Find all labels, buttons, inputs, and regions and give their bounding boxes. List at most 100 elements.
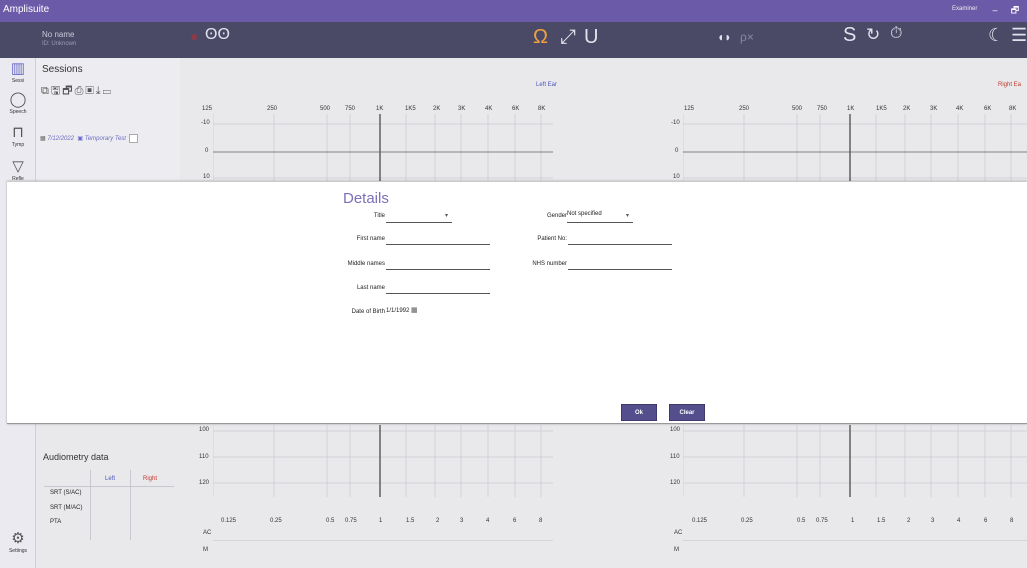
freq-label: 250 xyxy=(739,106,750,112)
last-name-label: Last name xyxy=(356,285,385,291)
minimize-button[interactable]: – xyxy=(988,3,1002,17)
nhs-number-field[interactable] xyxy=(568,258,672,270)
sidebar-item-sessions[interactable]: ▥ Sessi xyxy=(2,60,34,84)
gender-select[interactable]: Not specified ▾ xyxy=(567,211,633,223)
headphones-icon[interactable]: Ω xyxy=(533,26,548,49)
sessions-panel: Sessions ⧉🖫🗗⎙▣⤓▭ ▦ 7/12/2022 ▣ Temporary… xyxy=(36,58,180,183)
tymp-icon: ⊓ xyxy=(12,124,24,141)
freq-label: 4K xyxy=(956,106,964,112)
menu-icon[interactable]: ☰ xyxy=(1011,25,1027,46)
bone-conductor-icon[interactable]: ⤢ xyxy=(560,26,576,49)
db-label: 100 xyxy=(199,427,210,433)
freq-label: 4 xyxy=(957,518,961,524)
freq-label: 0.25 xyxy=(741,518,753,524)
calendar-icon[interactable]: ▦ xyxy=(411,307,418,314)
title-select[interactable]: ▾ xyxy=(386,211,452,223)
freq-label: 6K xyxy=(984,106,992,112)
db-label: 120 xyxy=(670,480,681,486)
freq-label: 1 xyxy=(851,518,855,524)
db-label: 0 xyxy=(675,148,679,154)
col-left-header: Left xyxy=(105,476,116,482)
record-icon[interactable]: ● xyxy=(190,28,198,44)
clear-button[interactable]: Clear xyxy=(669,404,705,421)
db-label: 10 xyxy=(203,174,210,180)
freq-label: 0.75 xyxy=(816,518,828,524)
right-audiogram-grid-top[interactable] xyxy=(683,114,1027,181)
patient-no-label: Patient No: xyxy=(537,236,567,242)
right-ear-label: Right Ea xyxy=(998,82,1022,88)
session-row[interactable]: ▦ 7/12/2022 ▣ Temporary Test xyxy=(40,134,139,143)
pdf-icon[interactable]: ▣ xyxy=(85,85,95,97)
sidebar-item-speech[interactable]: ◯ Speech xyxy=(2,91,34,115)
timer-icon[interactable]: ⏱ xyxy=(890,25,902,43)
download-icon[interactable]: ⤓ xyxy=(96,85,103,97)
save-as-icon[interactable]: 🗗 xyxy=(62,85,74,97)
left-audiogram-grid-bottom[interactable] xyxy=(213,425,553,497)
speaker-icon[interactable]: ◖◗ xyxy=(717,30,732,44)
moon-icon[interactable]: ☾ xyxy=(988,25,1004,46)
freq-label: 1K5 xyxy=(405,106,416,112)
freq-label: 1K5 xyxy=(876,106,887,112)
session-toolbar: ⧉🖫🗗⎙▣⤓▭ xyxy=(41,82,113,101)
sessions-title: Sessions xyxy=(42,64,83,75)
first-name-field[interactable] xyxy=(386,233,490,245)
folder-icon[interactable]: ▭ xyxy=(103,85,113,97)
freq-label: 3K xyxy=(930,106,938,112)
sidebar-item-label: Settings xyxy=(8,548,28,554)
right-audiogram-grid-bottom[interactable] xyxy=(683,425,1027,497)
sidebar-item-settings[interactable]: ⚙ Settings xyxy=(2,530,34,554)
patient-toolbar: No name ID: Unknown ● ʘʘ Ω ⤢ U ◖◗ ρ× S ↻… xyxy=(0,22,1027,58)
m-row-label: M xyxy=(674,547,679,553)
funnel-icon: ▽ xyxy=(12,158,24,175)
freq-label: 6K xyxy=(512,106,520,112)
examiner-label[interactable]: Examiner xyxy=(952,6,977,12)
freq-label: 125 xyxy=(202,106,213,112)
calendar-icon: ▦ xyxy=(40,136,46,143)
db-label: -10 xyxy=(201,120,210,126)
dob-value: 1/1/1992 xyxy=(386,308,410,314)
insert-phone-icon[interactable]: U xyxy=(584,26,598,49)
last-name-field[interactable] xyxy=(386,282,490,294)
session-checkbox[interactable] xyxy=(129,134,139,143)
left-ac-divider xyxy=(213,540,553,541)
copy-icon[interactable]: ⧉ xyxy=(41,85,51,97)
save-icon[interactable]: 🖫 xyxy=(51,85,62,97)
freq-label: 2 xyxy=(907,518,911,524)
left-audiogram-grid-top[interactable] xyxy=(213,114,553,181)
freq-label: 250 xyxy=(267,106,278,112)
freq-label: 8K xyxy=(1009,106,1017,112)
gender-value: Not specified xyxy=(567,211,602,217)
binaural-icon[interactable]: ʘʘ xyxy=(205,26,230,44)
freq-label: 0.5 xyxy=(326,518,335,524)
freq-label: 500 xyxy=(320,106,331,112)
middle-names-field[interactable] xyxy=(386,258,490,270)
freq-label: 1 xyxy=(379,518,383,524)
patient-no-field[interactable] xyxy=(568,233,672,245)
freq-label: 4 xyxy=(486,518,490,524)
gender-label: Gender xyxy=(546,213,567,219)
masking-icon[interactable]: ρ× xyxy=(740,30,754,44)
reset-icon[interactable]: ↻ xyxy=(866,25,880,45)
app-title: Amplisuite xyxy=(3,4,50,15)
print-icon[interactable]: ⎙ xyxy=(75,85,86,97)
ok-button[interactable]: Ok xyxy=(621,404,657,421)
dob-field[interactable]: 1/1/1992 ▦ xyxy=(386,306,424,318)
freq-label: 4K xyxy=(485,106,493,112)
db-label: 110 xyxy=(199,454,209,460)
restore-button[interactable]: 🗗 xyxy=(1008,3,1022,17)
chevron-down-icon: ▾ xyxy=(625,213,629,219)
sidebar-item-tymp[interactable]: ⊓ Tymp xyxy=(2,124,34,148)
sidebar-item-reflex[interactable]: ▽ Refle xyxy=(2,158,34,182)
audiometry-row: SRT (S/AC) xyxy=(50,490,82,496)
freq-label: 500 xyxy=(792,106,803,112)
freq-label: 750 xyxy=(817,106,828,112)
freq-label: 3 xyxy=(931,518,935,524)
db-label: 10 xyxy=(673,174,680,180)
freq-label: 1.5 xyxy=(877,518,886,524)
app-titlebar: Amplisuite Examiner – 🗗 xyxy=(0,0,1027,22)
freq-label: 8 xyxy=(539,518,543,524)
left-ear-label: Left Ear xyxy=(536,82,558,88)
s-mode-icon[interactable]: S xyxy=(843,24,856,47)
freq-label: 6 xyxy=(513,518,517,524)
db-label: 0 xyxy=(205,148,209,154)
